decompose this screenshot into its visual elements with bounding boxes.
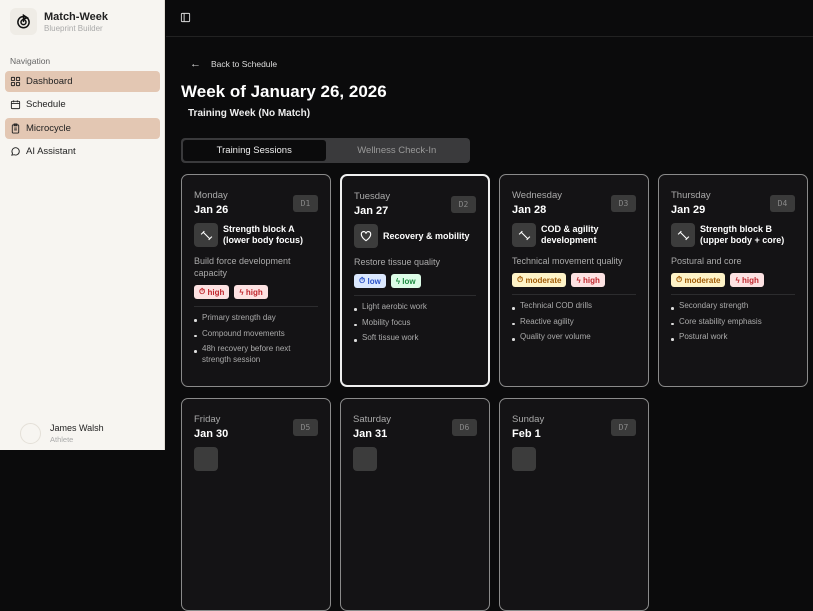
session-goal: Restore tissue quality	[354, 257, 441, 267]
timer-icon: ⏱	[199, 287, 208, 296]
intensity-badge: ⏱ low	[354, 274, 386, 288]
clipboard-icon	[11, 123, 20, 134]
page-title: Week of January 26, 2026	[181, 82, 387, 101]
intensity-badge: ⏱ moderate	[512, 273, 567, 287]
load-value: low	[402, 276, 416, 286]
note-item: Mobility focus	[354, 318, 476, 329]
intensity-badge: ⏱ moderate	[671, 273, 726, 287]
back-to-schedule-link[interactable]: ← Back to Schedule	[190, 58, 277, 70]
user-role: Athlete	[50, 435, 74, 444]
sidebar-item-ai-assistant[interactable]: AI Assistant	[5, 141, 160, 162]
intensity-value: high	[207, 287, 225, 297]
sidebar-item-label: Dashboard	[26, 76, 73, 87]
brand: Match-Week Blueprint Builder	[10, 8, 108, 35]
back-label: Back to Schedule	[211, 59, 278, 69]
sidebar-item-dashboard[interactable]: Dashboard	[5, 71, 160, 92]
load-badge: ϟ high	[234, 285, 268, 299]
session-icon	[353, 447, 377, 471]
dumbbell-icon	[512, 223, 536, 247]
day-code-badge: D2	[451, 196, 476, 213]
load-value: high	[741, 275, 759, 285]
intensity-value: moderate	[684, 275, 721, 285]
tab-wellness-check-in[interactable]: Wellness Check-In	[326, 140, 469, 161]
session-name: Strength block B (upper body + core)	[700, 224, 785, 245]
load-value: high	[582, 275, 600, 285]
chat-icon	[11, 147, 20, 156]
day-card[interactable]: Thursday Jan 29 D4 Strength block B (upp…	[658, 174, 808, 387]
session-icon	[194, 447, 218, 471]
load-badge: ϟ low	[390, 274, 421, 288]
app-title: Match-Week	[44, 10, 108, 23]
note-item: Secondary strength	[671, 301, 795, 312]
sidebar-toggle-icon[interactable]	[180, 12, 191, 23]
day-code-badge: D1	[293, 195, 318, 212]
load-badge: ϟ high	[730, 273, 764, 287]
day-code-badge: D7	[611, 419, 636, 436]
dumbbell-icon	[194, 223, 218, 247]
sidebar-item-schedule[interactable]: Schedule	[5, 94, 160, 115]
session-name: COD & agility development	[541, 224, 599, 245]
top-bar	[166, 0, 813, 37]
intensity-value: moderate	[525, 275, 562, 285]
session-goal: Postural and core	[671, 256, 742, 266]
grid-icon	[10, 76, 21, 87]
user-name: James Walsh	[50, 423, 104, 433]
session-name: Recovery & mobility	[383, 230, 470, 241]
note-item: Quality over volume	[512, 332, 636, 343]
intensity-value: low	[367, 276, 381, 286]
note-item: Primary strength day	[194, 313, 318, 324]
avatar	[20, 423, 41, 444]
day-card[interactable]: Monday Jan 26 D1 Strength block A (lower…	[181, 174, 331, 387]
timer-icon: ⏱	[676, 275, 685, 284]
tab-training-sessions[interactable]: Training Sessions	[183, 140, 326, 161]
day-card[interactable]: Saturday Jan 31 D6	[340, 398, 490, 611]
session-goal: Build force development capacity	[194, 256, 291, 278]
divider	[194, 306, 318, 307]
intensity-badge: ⏱ high	[194, 285, 230, 299]
note-item: Reactive agility	[512, 317, 636, 328]
sidebar: Match-Week Blueprint Builder Navigation …	[0, 0, 165, 450]
logo-icon	[10, 8, 37, 35]
sidebar-item-label: Microcycle	[26, 122, 71, 134]
divider	[671, 294, 795, 295]
note-item: Compound movements	[194, 329, 318, 340]
arrow-left-icon: ←	[190, 58, 201, 70]
note-item: Postural work	[671, 332, 795, 343]
app-subtitle: Blueprint Builder	[44, 23, 103, 33]
note-item: Core stability emphasis	[671, 317, 795, 328]
sidebar-item-label: Schedule	[26, 99, 66, 111]
load-value: high	[245, 287, 263, 297]
session-icon	[512, 447, 536, 471]
day-code-badge: D5	[293, 419, 318, 436]
day-card[interactable]: Tuesday Jan 27 D2 Recovery & mobility Re…	[340, 174, 490, 387]
day-cards: Monday Jan 26 D1 Strength block A (lower…	[181, 174, 808, 611]
session-goal: Technical movement quality	[512, 256, 623, 266]
nav-section-label: Navigation	[10, 56, 51, 66]
day-card[interactable]: Friday Jan 30 D5	[181, 398, 331, 611]
divider	[354, 295, 476, 296]
note-item: Technical COD drills	[512, 301, 636, 312]
dumbbell-icon	[671, 223, 695, 247]
week-type: Training Week (No Match)	[188, 108, 311, 119]
divider	[512, 294, 636, 295]
note-item: Light aerobic work	[354, 302, 476, 313]
load-badge: ϟ high	[571, 273, 605, 287]
timer-icon: ⏱	[517, 275, 526, 284]
note-item: Soft tissue work	[354, 333, 476, 344]
heart-icon	[354, 224, 378, 248]
note-item: 48h recovery before next strength sessio…	[194, 344, 318, 365]
day-code-badge: D6	[452, 419, 477, 436]
sidebar-item-microcycle[interactable]: Microcycle	[5, 117, 160, 139]
day-card[interactable]: Sunday Feb 1 D7	[499, 398, 649, 611]
user-profile[interactable]: James Walsh Athlete	[20, 423, 104, 444]
sidebar-item-label: AI Assistant	[26, 146, 76, 158]
session-name: Strength block A (lower body focus)	[223, 224, 304, 245]
calendar-icon	[10, 100, 21, 110]
day-code-badge: D4	[770, 195, 795, 212]
tab-bar: Training Sessions Wellness Check-In	[181, 138, 470, 163]
day-card[interactable]: Wednesday Jan 28 D3 COD & agility develo…	[499, 174, 649, 387]
day-code-badge: D3	[611, 195, 636, 212]
timer-icon: ⏱	[359, 276, 368, 285]
